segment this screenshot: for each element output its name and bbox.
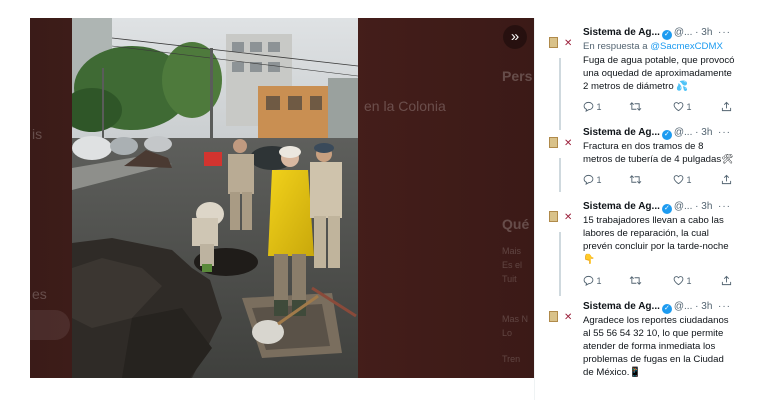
author-name[interactable]: Sistema de Ag...: [583, 201, 660, 212]
background-right-heading: Pers: [502, 68, 533, 84]
street-repair-photo: [72, 18, 358, 378]
tweet-photo[interactable]: [72, 18, 358, 378]
tweet-header: Sistema de Ag... ✓ @... · 3h ···: [583, 26, 739, 40]
retweet-button[interactable]: [629, 100, 642, 114]
tweet[interactable]: ✕ Sistema de Ag... ✓ @... · 3h ··· Agradec…: [535, 292, 741, 400]
tweet-time[interactable]: · 3h: [695, 127, 712, 138]
more-options-icon[interactable]: ···: [718, 200, 731, 214]
background-line: Tuit: [502, 274, 517, 284]
reply-count: 1: [596, 102, 602, 112]
author-handle[interactable]: @...: [674, 301, 693, 312]
heart-icon: [673, 102, 684, 112]
heart-icon: [673, 276, 684, 286]
more-options-icon[interactable]: ···: [718, 26, 731, 40]
tweet-header: Sistema de Ag... ✓ @... · 3h ···: [583, 300, 739, 314]
retweet-icon: [629, 276, 642, 285]
background-line: Es el: [502, 260, 523, 270]
verified-badge-icon: ✓: [661, 30, 672, 40]
avatar[interactable]: ✕: [547, 304, 573, 330]
verified-badge-icon: ✓: [661, 304, 672, 314]
heart-icon: [673, 175, 684, 185]
reply-context: En respuesta a @SacmexCDMX: [583, 40, 723, 53]
chevrons-right-icon[interactable]: »: [503, 25, 527, 49]
svg-text:✕: ✕: [564, 138, 572, 149]
background-left-fragment: is: [32, 126, 43, 142]
tweet-text: Fuga de agua potable, que provocó una oq…: [583, 55, 735, 92]
verified-badge-icon: ✓: [661, 204, 672, 214]
tweet[interactable]: ✕ Sistema de Ag... ✓ @... · 3h ··· 15 trab…: [535, 192, 741, 298]
share-button[interactable]: [721, 274, 732, 288]
share-icon: [721, 101, 732, 112]
reply-prefix: En respuesta a: [583, 41, 648, 52]
avatar[interactable]: ✕: [547, 130, 573, 156]
reply-count: 1: [596, 276, 602, 286]
tweet-actions: 1 1: [583, 100, 735, 114]
tweet-time[interactable]: · 3h: [695, 301, 712, 312]
avatar[interactable]: ✕: [547, 204, 573, 230]
thread-line: [559, 232, 561, 296]
background-heading-fragment: en la Colonia: [364, 98, 446, 114]
reply-count: 1: [596, 175, 602, 185]
share-icon: [721, 275, 732, 286]
retweet-button[interactable]: [629, 274, 642, 288]
avatar[interactable]: ✕: [547, 30, 573, 56]
thread-line: [559, 158, 561, 192]
author-handle[interactable]: @...: [674, 201, 693, 212]
reply-icon: [583, 101, 594, 112]
reply-handle-link[interactable]: @SacmexCDMX: [650, 41, 723, 52]
reply-button[interactable]: 1: [583, 173, 602, 187]
reply-icon: [583, 174, 594, 185]
svg-text:✕: ✕: [564, 312, 572, 323]
background-line: Lo: [502, 328, 513, 338]
like-button[interactable]: 1: [673, 100, 692, 114]
svg-text:✕: ✕: [564, 38, 572, 49]
tweet-text: Agradece los reportes ciudadanos al 55 5…: [583, 315, 729, 378]
svg-text:✕: ✕: [564, 212, 572, 223]
tweet[interactable]: ✕ Sistema de Ag... ✓ @... · 3h ··· Fractur…: [535, 118, 741, 196]
background-line: Tren: [502, 354, 521, 364]
retweet-icon: [629, 175, 642, 184]
background-line: Mas N: [502, 314, 529, 324]
tweet-time[interactable]: · 3h: [695, 27, 712, 38]
background-line: Mais: [502, 246, 522, 256]
verified-badge-icon: ✓: [661, 130, 672, 140]
background-button: [30, 310, 70, 340]
media-viewer: en la Colonia is es Pers Qué Mais Es el …: [30, 18, 534, 378]
share-button[interactable]: [721, 173, 732, 187]
retweet-button[interactable]: [629, 173, 642, 187]
conversation-panel: ✕ Sistema de Ag... ✓ @... · 3h ··· En resp…: [534, 18, 741, 400]
background-right-heading-2: Qué: [502, 216, 530, 232]
tweet[interactable]: ✕ Sistema de Ag... ✓ @... · 3h ··· En resp…: [535, 18, 741, 130]
tweet-text: 15 trabajadores llevan a cabo las labore…: [583, 215, 729, 265]
like-button[interactable]: 1: [673, 173, 692, 187]
author-handle[interactable]: @...: [674, 27, 693, 38]
author-name[interactable]: Sistema de Ag...: [583, 301, 660, 312]
share-icon: [721, 174, 732, 185]
author-handle[interactable]: @...: [674, 127, 693, 138]
like-count: 1: [686, 175, 692, 185]
retweet-icon: [629, 102, 642, 111]
like-count: 1: [686, 276, 692, 286]
tweet-actions: 1 1: [583, 274, 735, 288]
tweet-text: Fractura en dos tramos de 8 metros de tu…: [583, 141, 734, 165]
like-button[interactable]: 1: [673, 274, 692, 288]
reply-icon: [583, 275, 594, 286]
tweet-time[interactable]: · 3h: [695, 201, 712, 212]
background-left-fragment-2: es: [32, 286, 47, 302]
author-name[interactable]: Sistema de Ag...: [583, 127, 660, 138]
tweet-header: Sistema de Ag... ✓ @... · 3h ···: [583, 200, 739, 214]
more-options-icon[interactable]: ···: [718, 126, 731, 140]
more-options-icon[interactable]: ···: [718, 300, 731, 314]
tweet-actions: 1 1: [583, 173, 735, 187]
reply-button[interactable]: 1: [583, 100, 602, 114]
like-count: 1: [686, 102, 692, 112]
share-button[interactable]: [721, 100, 732, 114]
author-name[interactable]: Sistema de Ag...: [583, 27, 660, 38]
tweet-header: Sistema de Ag... ✓ @... · 3h ···: [583, 126, 739, 140]
reply-button[interactable]: 1: [583, 274, 602, 288]
